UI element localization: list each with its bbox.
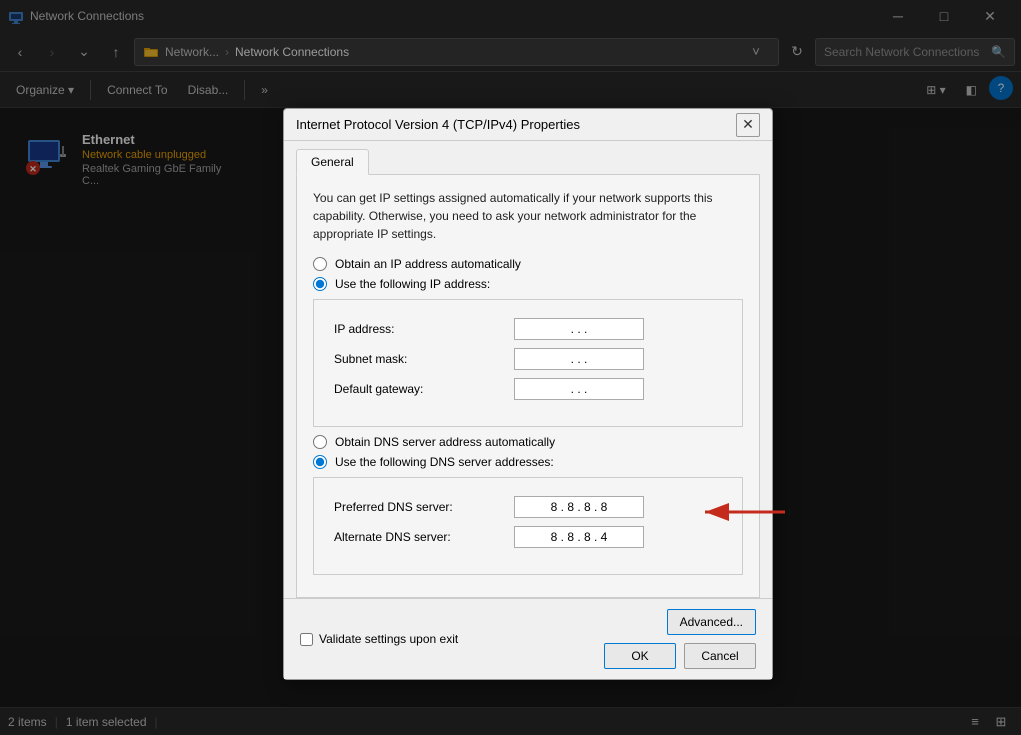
alternate-dns-row: Alternate DNS server: (326, 522, 730, 552)
advanced-button[interactable]: Advanced... (667, 609, 756, 635)
validate-row: Validate settings upon exit (300, 632, 458, 646)
obtain-ip-row: Obtain an IP address automatically (313, 257, 743, 271)
dialog-footer: Validate settings upon exit Advanced... … (284, 598, 772, 679)
obtain-ip-label: Obtain an IP address automatically (335, 257, 521, 271)
dialog-body: You can get IP settings assigned automat… (296, 174, 760, 598)
alternate-dns-label: Alternate DNS server: (334, 530, 451, 544)
dns-section: Obtain DNS server address automatically … (313, 435, 743, 575)
validate-label: Validate settings upon exit (319, 632, 458, 646)
preferred-dns-row: Preferred DNS server: (326, 492, 730, 522)
ip-fields-section: IP address: Subnet mask: Default gateway… (313, 299, 743, 427)
use-dns-label: Use the following DNS server addresses: (335, 455, 554, 469)
preferred-dns-label: Preferred DNS server: (334, 500, 453, 514)
use-dns-row: Use the following DNS server addresses: (313, 455, 743, 469)
ip-fields-table: IP address: Subnet mask: Default gateway… (326, 314, 730, 404)
tab-general[interactable]: General (296, 149, 369, 175)
preferred-dns-input[interactable] (514, 496, 644, 518)
dialog-description: You can get IP settings assigned automat… (313, 189, 743, 243)
subnet-mask-row: Subnet mask: (326, 344, 730, 374)
ok-cancel-buttons: OK Cancel (604, 643, 756, 669)
dns-fields-section: Preferred DNS server: Alternate DNS serv… (313, 477, 743, 575)
use-ip-radio[interactable] (313, 277, 327, 291)
alternate-dns-input[interactable] (514, 526, 644, 548)
default-gateway-row: Default gateway: (326, 374, 730, 404)
subnet-mask-label: Subnet mask: (334, 352, 407, 366)
dialog-title-bar: Internet Protocol Version 4 (TCP/IPv4) P… (284, 109, 772, 141)
ok-button[interactable]: OK (604, 643, 676, 669)
ip-address-input[interactable] (514, 318, 644, 340)
validate-checkbox[interactable] (300, 633, 313, 646)
subnet-mask-input[interactable] (514, 348, 644, 370)
properties-dialog: Internet Protocol Version 4 (TCP/IPv4) P… (283, 108, 773, 680)
dialog-tabs: General (284, 141, 772, 174)
default-gateway-label: Default gateway: (334, 382, 423, 396)
use-ip-row: Use the following IP address: (313, 277, 743, 291)
dialog-title: Internet Protocol Version 4 (TCP/IPv4) P… (296, 117, 736, 132)
dns-fields-table: Preferred DNS server: Alternate DNS serv… (326, 492, 730, 552)
dialog-overlay: Internet Protocol Version 4 (TCP/IPv4) P… (0, 0, 1021, 735)
dialog-close-button[interactable]: ✕ (736, 113, 760, 137)
ip-radio-group: Obtain an IP address automatically Use t… (313, 257, 743, 291)
obtain-ip-radio[interactable] (313, 257, 327, 271)
ip-address-row: IP address: (326, 314, 730, 344)
cancel-button[interactable]: Cancel (684, 643, 756, 669)
use-ip-label: Use the following IP address: (335, 277, 490, 291)
dns-radio-group: Obtain DNS server address automatically … (313, 435, 743, 469)
obtain-dns-radio[interactable] (313, 435, 327, 449)
obtain-dns-label: Obtain DNS server address automatically (335, 435, 555, 449)
default-gateway-input[interactable] (514, 378, 644, 400)
use-dns-radio[interactable] (313, 455, 327, 469)
obtain-dns-row: Obtain DNS server address automatically (313, 435, 743, 449)
ip-address-label: IP address: (334, 322, 394, 336)
